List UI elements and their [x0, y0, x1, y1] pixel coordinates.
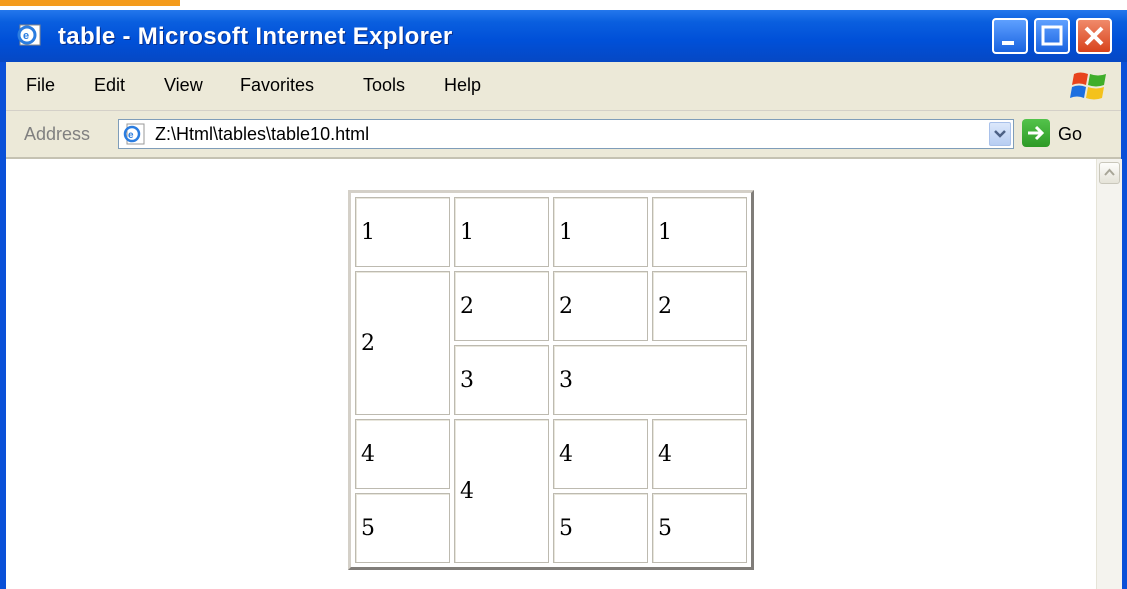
table-cell: 4	[454, 419, 549, 563]
menu-favorites[interactable]: Favorites	[240, 75, 314, 96]
scroll-up-button[interactable]	[1099, 162, 1120, 184]
close-button[interactable]	[1076, 18, 1112, 54]
menu-view[interactable]: View	[164, 75, 203, 96]
table-cell: 2	[652, 271, 747, 341]
table-cell: 2	[553, 271, 648, 341]
table-cell: 4	[553, 419, 648, 489]
minimize-button[interactable]	[992, 18, 1028, 54]
table-cell: 4	[652, 419, 747, 489]
table-row: 1 1 1 1	[355, 197, 747, 267]
svg-text:e: e	[128, 130, 134, 141]
table-cell: 1	[454, 197, 549, 267]
table-row: 2 2 2 2	[355, 271, 747, 415]
table-cell: 5	[355, 493, 450, 563]
window-title: table - Microsoft Internet Explorer	[58, 23, 453, 50]
table-cell: 4	[355, 419, 450, 489]
close-icon	[1084, 26, 1104, 46]
table-cell: 1	[553, 197, 648, 267]
table-cell: 2	[454, 271, 549, 341]
svg-text:e: e	[23, 30, 29, 42]
table-cell: 3	[454, 345, 549, 415]
table-row: 4 4 4 4	[355, 419, 747, 563]
address-bar: Address e Z:\Html\tables\table10.html Go	[6, 111, 1121, 159]
table-cell: 5	[652, 493, 747, 563]
menu-help[interactable]: Help	[444, 75, 481, 96]
chevron-down-icon	[994, 130, 1006, 138]
table-row: 5 5 5	[355, 493, 747, 563]
vertical-scrollbar[interactable]	[1096, 159, 1122, 589]
go-arrow-icon	[1028, 125, 1045, 141]
demo-table: 1 1 1 1 2 2 2 2 3 3 4 4 4 4 5 5 5	[348, 190, 754, 570]
address-dropdown-button[interactable]	[989, 122, 1011, 146]
maximize-button[interactable]	[1034, 18, 1070, 54]
menu-file[interactable]: File	[26, 75, 55, 96]
address-label: Address	[24, 124, 91, 144]
title-bar-top-strip	[0, 0, 1127, 10]
table-cell: 1	[355, 197, 450, 267]
table-cell: 1	[652, 197, 747, 267]
menu-tools[interactable]: Tools	[363, 75, 405, 96]
chevron-up-icon	[1104, 168, 1115, 176]
address-value: Z:\Html\tables\table10.html	[155, 124, 370, 144]
menu-edit[interactable]: Edit	[94, 75, 125, 96]
menu-bar: File Edit View Favorites Tools Help	[6, 62, 1121, 111]
table-cell: 3	[553, 345, 747, 415]
go-button[interactable]	[1022, 119, 1050, 147]
go-label[interactable]: Go	[1058, 124, 1082, 145]
minimize-icon	[1002, 41, 1014, 45]
title-bar[interactable]: e table - Microsoft Internet Explorer	[0, 0, 1127, 62]
ie-page-icon: e	[123, 123, 145, 145]
table-cell: 5	[553, 493, 648, 563]
address-field[interactable]: e Z:\Html\tables\table10.html	[118, 119, 1014, 149]
table-cell: 2	[355, 271, 450, 415]
ie-window: e table - Microsoft Internet Explorer Fi…	[0, 0, 1127, 589]
windows-logo-icon	[1070, 72, 1106, 100]
ie-page-icon: e	[17, 24, 41, 46]
top-accent	[0, 0, 180, 6]
maximize-icon	[1041, 25, 1063, 46]
